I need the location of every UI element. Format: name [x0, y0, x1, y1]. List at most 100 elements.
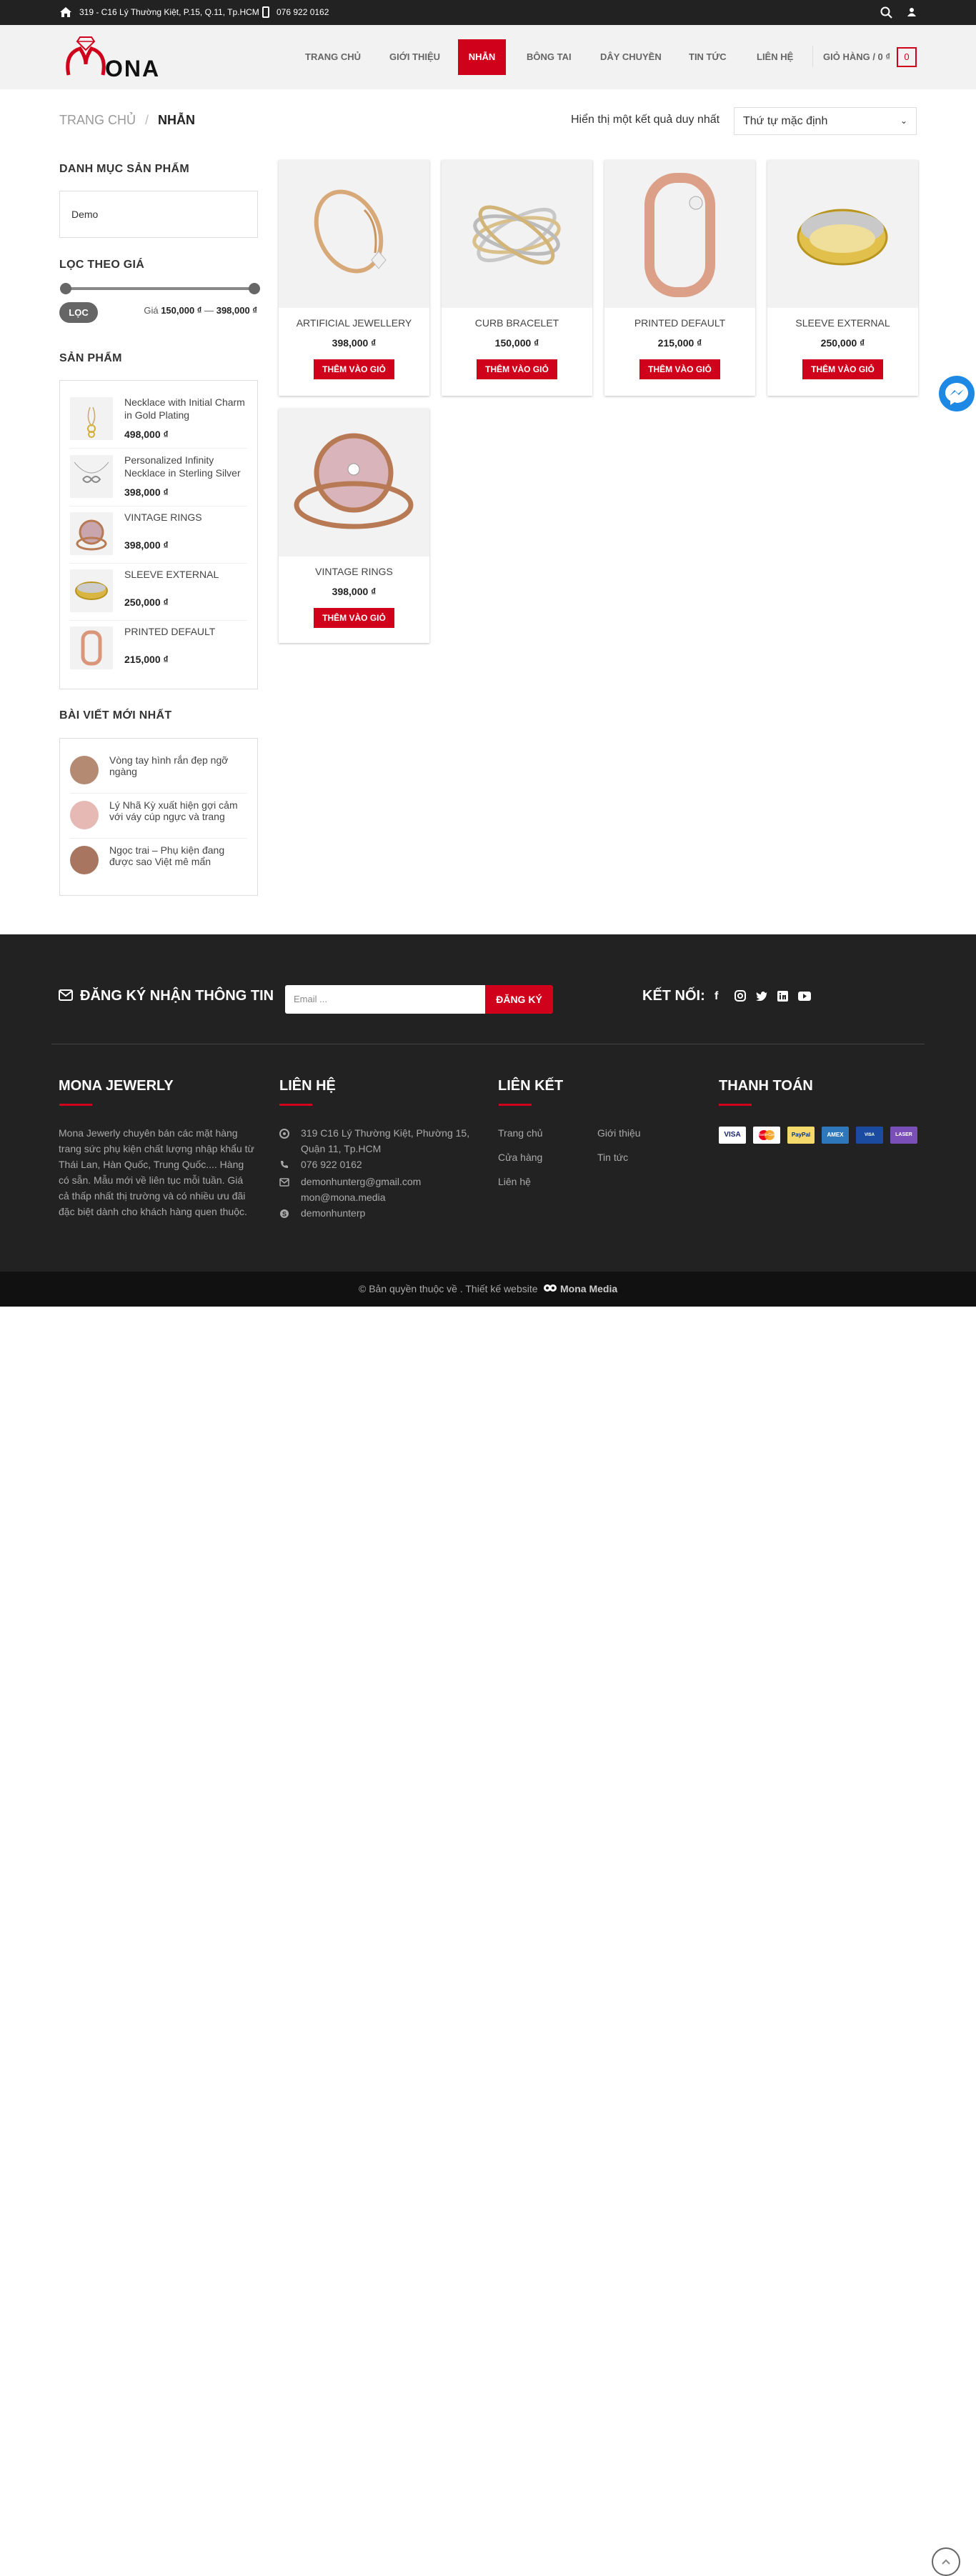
category-demo[interactable]: Demo: [71, 209, 98, 220]
product-name[interactable]: ARTIFICIAL JEWELLERY: [279, 317, 429, 329]
sidebar-product[interactable]: Personalized Infinity Necklace in Sterli…: [70, 449, 247, 506]
product-name[interactable]: VINTAGE RINGS: [279, 566, 429, 577]
product-image[interactable]: [604, 160, 755, 308]
post-item[interactable]: Lý Nhã Kỳ xuất hiện gợi cảm với váy cúp …: [70, 794, 247, 839]
contact-email-1[interactable]: demonhunterg@gmail.com: [301, 1174, 421, 1189]
post-item[interactable]: Ngọc trai – Phụ kiện đang được sao Việt …: [70, 839, 247, 884]
product-price: 215,000 ₫: [657, 337, 702, 349]
sidebar-product[interactable]: VINTAGE RINGS 398,000 ₫: [70, 506, 247, 564]
site-logo[interactable]: ONA: [66, 34, 161, 81]
user-icon[interactable]: [907, 7, 916, 19]
product-name[interactable]: CURB BRACELET: [442, 317, 592, 329]
categories-title: Danh mục sản phẩm: [59, 163, 189, 175]
footer-link-trang-chu[interactable]: Trang chủ: [498, 1125, 543, 1141]
linkedin-icon[interactable]: [777, 991, 788, 1005]
sidebar-product-name[interactable]: Necklace with Initial Charm in Gold Plat…: [124, 396, 249, 421]
product-price: 150,000 ₫: [494, 337, 539, 349]
add-to-cart-button[interactable]: Thêm vào giỏ: [639, 359, 720, 379]
top-phone[interactable]: 076 922 0162: [277, 7, 329, 17]
product-card[interactable]: CURB BRACELET 150,000 ₫ Thêm vào giỏ: [442, 160, 592, 396]
post-title[interactable]: Lý Nhã Kỳ xuất hiện gợi cảm với váy cúp …: [109, 799, 245, 824]
sidebar-product[interactable]: SLEEVE EXTERNAL 250,000 ₫: [70, 564, 247, 621]
post-item[interactable]: Vòng tay hình rắn đẹp ngỡ ngàng: [70, 749, 247, 794]
copyright-brand[interactable]: Mona Media: [560, 1283, 617, 1294]
nav-gioi-thieu[interactable]: Giới thiệu: [389, 51, 440, 62]
slider-handle-min[interactable]: [60, 283, 71, 294]
footer-link-lien-he[interactable]: Liên hệ: [498, 1174, 531, 1189]
result-count: Hiển thị một kết quả duy nhất: [571, 114, 720, 126]
amex-badge: AMEX: [822, 1127, 849, 1144]
nav-trang-chu[interactable]: Trang chủ: [305, 51, 361, 62]
footer-link-cua-hang[interactable]: Cửa hàng: [498, 1149, 542, 1165]
product-card[interactable]: ARTIFICIAL JEWELLERY 398,000 ₫ Thêm vào …: [279, 160, 429, 396]
cart-count-badge[interactable]: 0: [897, 47, 917, 67]
sidebar-product-name[interactable]: Personalized Infinity Necklace in Sterli…: [124, 454, 249, 479]
footer-link-gioi-thieu[interactable]: Giới thiệu: [597, 1125, 641, 1141]
sidebar-product-name[interactable]: SLEEVE EXTERNAL: [124, 568, 249, 581]
nav-day-chuyen[interactable]: Dây chuyền: [600, 51, 662, 62]
youtube-icon[interactable]: [798, 992, 811, 1004]
sidebar-product[interactable]: PRINTED DEFAULT 215,000 ₫: [70, 621, 247, 678]
visa-electron-badge: VISA Electron: [856, 1127, 883, 1144]
filter-button[interactable]: Lọc: [59, 302, 98, 323]
back-to-top-button[interactable]: [932, 2547, 960, 2576]
product-card[interactable]: SLEEVE EXTERNAL 250,000 ₫ Thêm vào giỏ: [767, 160, 918, 396]
nav-nhan[interactable]: Nhẫn: [458, 39, 506, 75]
cart-link[interactable]: Giỏ hàng / 0 ₫: [823, 51, 890, 62]
add-to-cart-button[interactable]: Thêm vào giỏ: [802, 359, 883, 379]
post-title[interactable]: Vòng tay hình rắn đẹp ngỡ ngàng: [109, 754, 245, 777]
sidebar-product-price: 398,000 ₫: [124, 539, 169, 551]
product-image[interactable]: [279, 160, 429, 308]
add-to-cart-button[interactable]: Thêm vào giỏ: [314, 359, 394, 379]
sidebar-product-name[interactable]: PRINTED DEFAULT: [124, 625, 249, 638]
instagram-icon[interactable]: [735, 990, 746, 1005]
envelope-icon: [59, 989, 73, 1004]
nav-bong-tai[interactable]: Bông tai: [527, 51, 572, 62]
product-price: 250,000 ₫: [820, 337, 865, 349]
product-thumb: [70, 512, 113, 555]
price-range-label: Giá 150,000 ₫ — 398,000 ₫: [144, 305, 257, 316]
contact-email-2[interactable]: mon@mona.media: [301, 1189, 386, 1205]
nav-divider: [812, 46, 813, 67]
slider-handle-max[interactable]: [249, 283, 260, 294]
sidebar-product-name[interactable]: VINTAGE RINGS: [124, 511, 249, 524]
mastercard-label: MasterCard: [757, 1133, 777, 1137]
contact-skype[interactable]: demonhunterp: [301, 1205, 365, 1221]
product-name[interactable]: SLEEVE EXTERNAL: [767, 317, 918, 329]
about-underline: [59, 1104, 92, 1106]
messenger-icon[interactable]: [939, 376, 975, 411]
twitter-icon[interactable]: [756, 991, 768, 1004]
product-card[interactable]: PRINTED DEFAULT 215,000 ₫ Thêm vào giỏ: [604, 160, 755, 396]
product-card[interactable]: VINTAGE RINGS 398,000 ₫ Thêm vào giỏ: [279, 409, 429, 643]
add-to-cart-button[interactable]: Thêm vào giỏ: [314, 608, 394, 628]
product-image[interactable]: [767, 160, 918, 308]
product-price: 398,000 ₫: [332, 586, 377, 597]
facebook-icon[interactable]: f: [714, 990, 718, 1003]
email-input[interactable]: Email ...: [285, 985, 485, 1014]
search-icon[interactable]: [880, 6, 892, 21]
home-icon: [59, 6, 72, 20]
product-image[interactable]: [442, 160, 592, 308]
breadcrumb-home[interactable]: Trang chủ: [59, 113, 136, 127]
contact-phone[interactable]: 076 922 0162: [301, 1157, 362, 1172]
nav-tin-tuc[interactable]: Tin tức: [689, 51, 727, 62]
sidebar-product[interactable]: Necklace with Initial Charm in Gold Plat…: [70, 391, 247, 449]
post-avatar: [70, 846, 99, 874]
product-image[interactable]: [279, 409, 429, 556]
contact-underline: [279, 1104, 312, 1106]
breadcrumb-separator: /: [145, 113, 149, 127]
add-to-cart-button[interactable]: Thêm vào giỏ: [477, 359, 557, 379]
about-text: Mona Jewerly chuyên bán các mặt hàng tra…: [59, 1127, 254, 1217]
product-name[interactable]: PRINTED DEFAULT: [604, 317, 755, 329]
top-bar: 319 - C16 Lý Thường Kiệt, P.15, Q.11, Tp…: [0, 0, 976, 25]
register-button[interactable]: Đăng ký: [485, 985, 553, 1014]
price-slider[interactable]: [60, 283, 260, 294]
logo-text: ONA: [105, 56, 161, 81]
footer-link-tin-tuc[interactable]: Tin tức: [597, 1149, 628, 1165]
payment-underline: [719, 1104, 752, 1106]
sort-select[interactable]: Thứ tự mặc định ⌄: [734, 107, 917, 135]
post-title[interactable]: Ngọc trai – Phụ kiện đang được sao Việt …: [109, 844, 245, 869]
nav-lien-he[interactable]: Liên hệ: [757, 51, 793, 62]
product-price: 398,000 ₫: [332, 337, 377, 349]
top-address: 319 - C16 Lý Thường Kiệt, P.15, Q.11, Tp…: [79, 7, 259, 17]
